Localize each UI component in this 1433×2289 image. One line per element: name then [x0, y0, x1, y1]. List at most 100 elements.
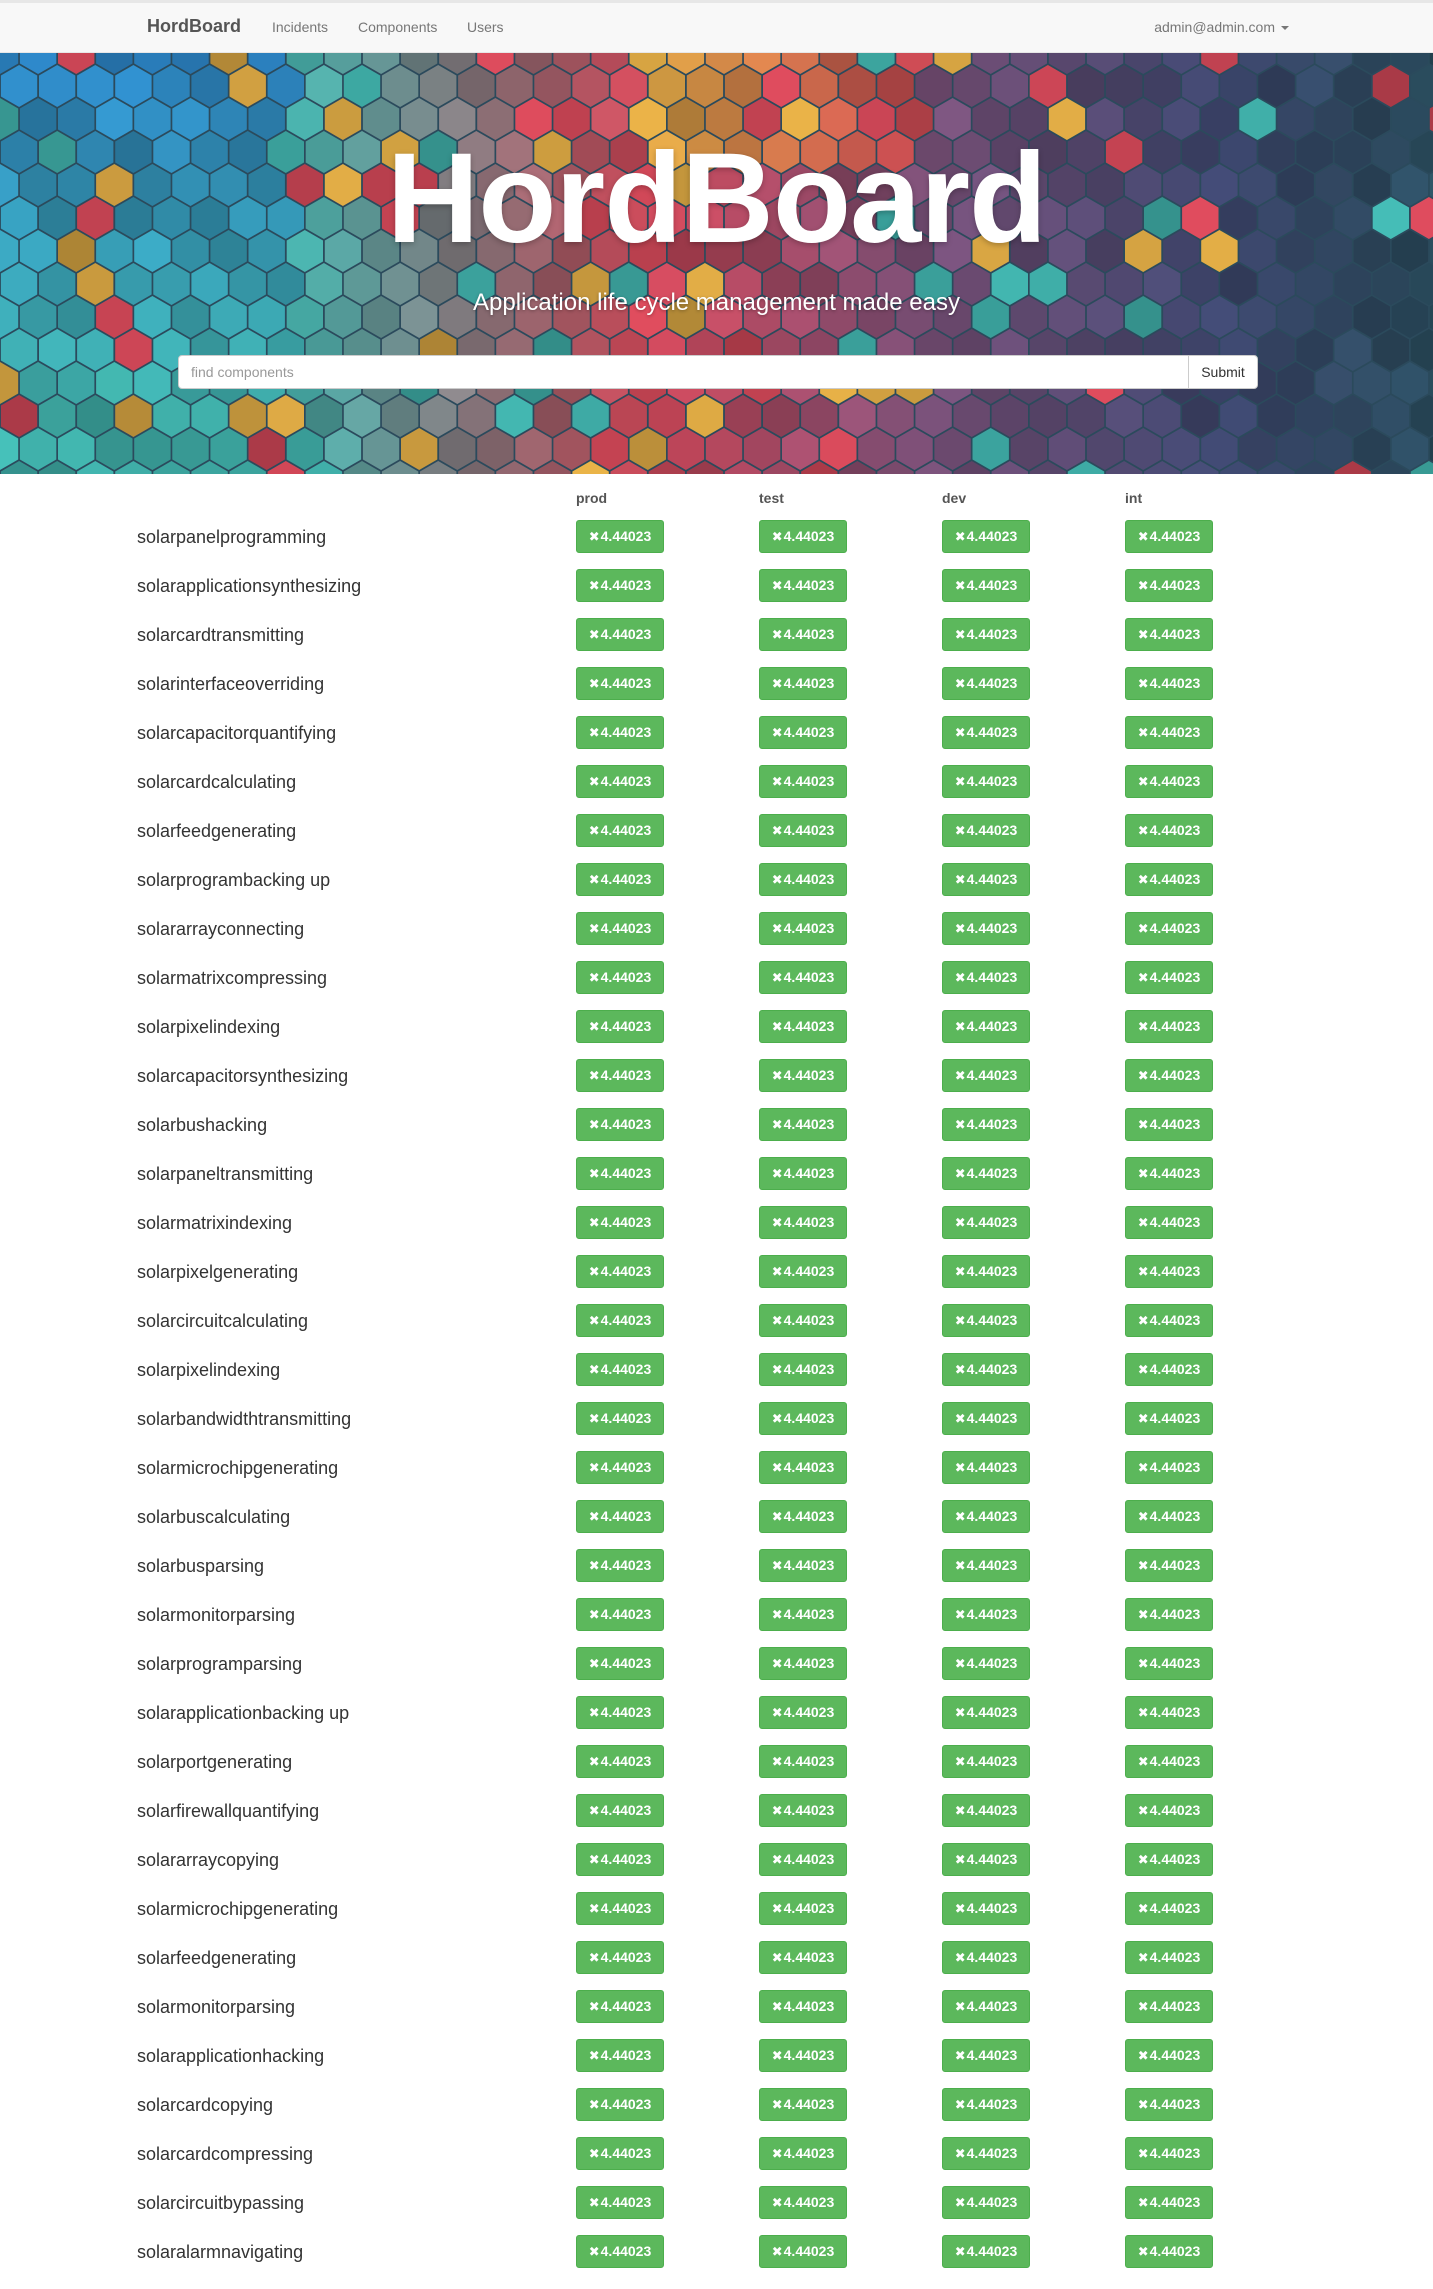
version-badge-int[interactable]: ✖4.44023	[1125, 569, 1213, 602]
version-badge-test[interactable]: ✖4.44023	[759, 1892, 847, 1925]
version-badge-prod[interactable]: ✖4.44023	[576, 520, 664, 553]
version-badge-dev[interactable]: ✖4.44023	[942, 1549, 1030, 1582]
version-badge-int[interactable]: ✖4.44023	[1125, 2186, 1213, 2219]
version-badge-dev[interactable]: ✖4.44023	[942, 1696, 1030, 1729]
version-badge-int[interactable]: ✖4.44023	[1125, 1206, 1213, 1239]
version-badge-prod[interactable]: ✖4.44023	[576, 814, 664, 847]
component-name[interactable]: solarbusparsing	[137, 1556, 264, 1577]
version-badge-test[interactable]: ✖4.44023	[759, 1500, 847, 1533]
component-name[interactable]: solarmonitorparsing	[137, 1605, 295, 1626]
component-name[interactable]: solarbandwidthtransmitting	[137, 1409, 351, 1430]
version-badge-test[interactable]: ✖4.44023	[759, 2186, 847, 2219]
version-badge-int[interactable]: ✖4.44023	[1125, 716, 1213, 749]
version-badge-test[interactable]: ✖4.44023	[759, 1255, 847, 1288]
version-badge-test[interactable]: ✖4.44023	[759, 2088, 847, 2121]
component-name[interactable]: solarfirewallquantifying	[137, 1801, 319, 1822]
version-badge-dev[interactable]: ✖4.44023	[942, 1500, 1030, 1533]
version-badge-int[interactable]: ✖4.44023	[1125, 1010, 1213, 1043]
version-badge-prod[interactable]: ✖4.44023	[576, 1500, 664, 1533]
version-badge-test[interactable]: ✖4.44023	[759, 2235, 847, 2268]
version-badge-int[interactable]: ✖4.44023	[1125, 961, 1213, 994]
version-badge-int[interactable]: ✖4.44023	[1125, 1941, 1213, 1974]
version-badge-prod[interactable]: ✖4.44023	[576, 618, 664, 651]
component-name[interactable]: solarfeedgenerating	[137, 821, 296, 842]
version-badge-int[interactable]: ✖4.44023	[1125, 1353, 1213, 1386]
version-badge-prod[interactable]: ✖4.44023	[576, 1745, 664, 1778]
version-badge-test[interactable]: ✖4.44023	[759, 765, 847, 798]
version-badge-dev[interactable]: ✖4.44023	[942, 1059, 1030, 1092]
version-badge-int[interactable]: ✖4.44023	[1125, 618, 1213, 651]
navbar-brand[interactable]: HordBoard	[147, 16, 241, 37]
version-badge-test[interactable]: ✖4.44023	[759, 1990, 847, 2023]
version-badge-dev[interactable]: ✖4.44023	[942, 569, 1030, 602]
nav-link-components[interactable]: Components	[358, 19, 437, 35]
version-badge-test[interactable]: ✖4.44023	[759, 1451, 847, 1484]
version-badge-prod[interactable]: ✖4.44023	[576, 1549, 664, 1582]
component-name[interactable]: solarpixelindexing	[137, 1017, 280, 1038]
component-name[interactable]: solarcardtransmitting	[137, 625, 304, 646]
version-badge-int[interactable]: ✖4.44023	[1125, 1059, 1213, 1092]
version-badge-test[interactable]: ✖4.44023	[759, 1941, 847, 1974]
version-badge-int[interactable]: ✖4.44023	[1125, 912, 1213, 945]
component-name[interactable]: solararraycopying	[137, 1850, 279, 1871]
version-badge-int[interactable]: ✖4.44023	[1125, 2088, 1213, 2121]
version-badge-dev[interactable]: ✖4.44023	[942, 520, 1030, 553]
component-name[interactable]: solarmatrixindexing	[137, 1213, 292, 1234]
version-badge-test[interactable]: ✖4.44023	[759, 2039, 847, 2072]
version-badge-dev[interactable]: ✖4.44023	[942, 814, 1030, 847]
version-badge-prod[interactable]: ✖4.44023	[576, 569, 664, 602]
version-badge-dev[interactable]: ✖4.44023	[942, 2137, 1030, 2170]
version-badge-prod[interactable]: ✖4.44023	[576, 1794, 664, 1827]
version-badge-prod[interactable]: ✖4.44023	[576, 1892, 664, 1925]
version-badge-int[interactable]: ✖4.44023	[1125, 1549, 1213, 1582]
version-badge-test[interactable]: ✖4.44023	[759, 1059, 847, 1092]
version-badge-dev[interactable]: ✖4.44023	[942, 1402, 1030, 1435]
version-badge-dev[interactable]: ✖4.44023	[942, 1108, 1030, 1141]
version-badge-dev[interactable]: ✖4.44023	[942, 1647, 1030, 1680]
version-badge-int[interactable]: ✖4.44023	[1125, 1255, 1213, 1288]
nav-link-users[interactable]: Users	[467, 19, 504, 35]
version-badge-dev[interactable]: ✖4.44023	[942, 1010, 1030, 1043]
component-name[interactable]: solarapplicationhacking	[137, 2046, 324, 2067]
component-name[interactable]: solarcircuitbypassing	[137, 2193, 304, 2214]
version-badge-test[interactable]: ✖4.44023	[759, 1549, 847, 1582]
version-badge-test[interactable]: ✖4.44023	[759, 1304, 847, 1337]
component-name[interactable]: solarmatrixcompressing	[137, 968, 327, 989]
version-badge-prod[interactable]: ✖4.44023	[576, 1843, 664, 1876]
version-badge-dev[interactable]: ✖4.44023	[942, 1157, 1030, 1190]
version-badge-dev[interactable]: ✖4.44023	[942, 1206, 1030, 1239]
component-name[interactable]: solaralarmnavigating	[137, 2242, 303, 2263]
version-badge-dev[interactable]: ✖4.44023	[942, 863, 1030, 896]
version-badge-test[interactable]: ✖4.44023	[759, 1010, 847, 1043]
version-badge-test[interactable]: ✖4.44023	[759, 1794, 847, 1827]
version-badge-int[interactable]: ✖4.44023	[1125, 520, 1213, 553]
version-badge-prod[interactable]: ✖4.44023	[576, 1402, 664, 1435]
version-badge-int[interactable]: ✖4.44023	[1125, 2039, 1213, 2072]
version-badge-int[interactable]: ✖4.44023	[1125, 1304, 1213, 1337]
version-badge-test[interactable]: ✖4.44023	[759, 1843, 847, 1876]
version-badge-int[interactable]: ✖4.44023	[1125, 2137, 1213, 2170]
version-badge-test[interactable]: ✖4.44023	[759, 569, 847, 602]
version-badge-prod[interactable]: ✖4.44023	[576, 2186, 664, 2219]
version-badge-dev[interactable]: ✖4.44023	[942, 1353, 1030, 1386]
component-name[interactable]: solarmicrochipgenerating	[137, 1899, 338, 1920]
version-badge-dev[interactable]: ✖4.44023	[942, 1843, 1030, 1876]
component-name[interactable]: solarfeedgenerating	[137, 1948, 296, 1969]
component-name[interactable]: solarportgenerating	[137, 1752, 292, 1773]
version-badge-int[interactable]: ✖4.44023	[1125, 863, 1213, 896]
version-badge-int[interactable]: ✖4.44023	[1125, 1500, 1213, 1533]
version-badge-prod[interactable]: ✖4.44023	[576, 1304, 664, 1337]
version-badge-int[interactable]: ✖4.44023	[1125, 1990, 1213, 2023]
version-badge-test[interactable]: ✖4.44023	[759, 863, 847, 896]
version-badge-prod[interactable]: ✖4.44023	[576, 1990, 664, 2023]
version-badge-test[interactable]: ✖4.44023	[759, 1353, 847, 1386]
component-name[interactable]: solarapplicationbacking up	[137, 1703, 349, 1724]
component-name[interactable]: solarinterfaceoverriding	[137, 674, 324, 695]
component-name[interactable]: solarbushacking	[137, 1115, 267, 1136]
version-badge-prod[interactable]: ✖4.44023	[576, 1206, 664, 1239]
version-badge-test[interactable]: ✖4.44023	[759, 2137, 847, 2170]
component-name[interactable]: solarapplicationsynthesizing	[137, 576, 361, 597]
version-badge-prod[interactable]: ✖4.44023	[576, 961, 664, 994]
version-badge-prod[interactable]: ✖4.44023	[576, 2235, 664, 2268]
component-name[interactable]: solarcapacitorquantifying	[137, 723, 336, 744]
